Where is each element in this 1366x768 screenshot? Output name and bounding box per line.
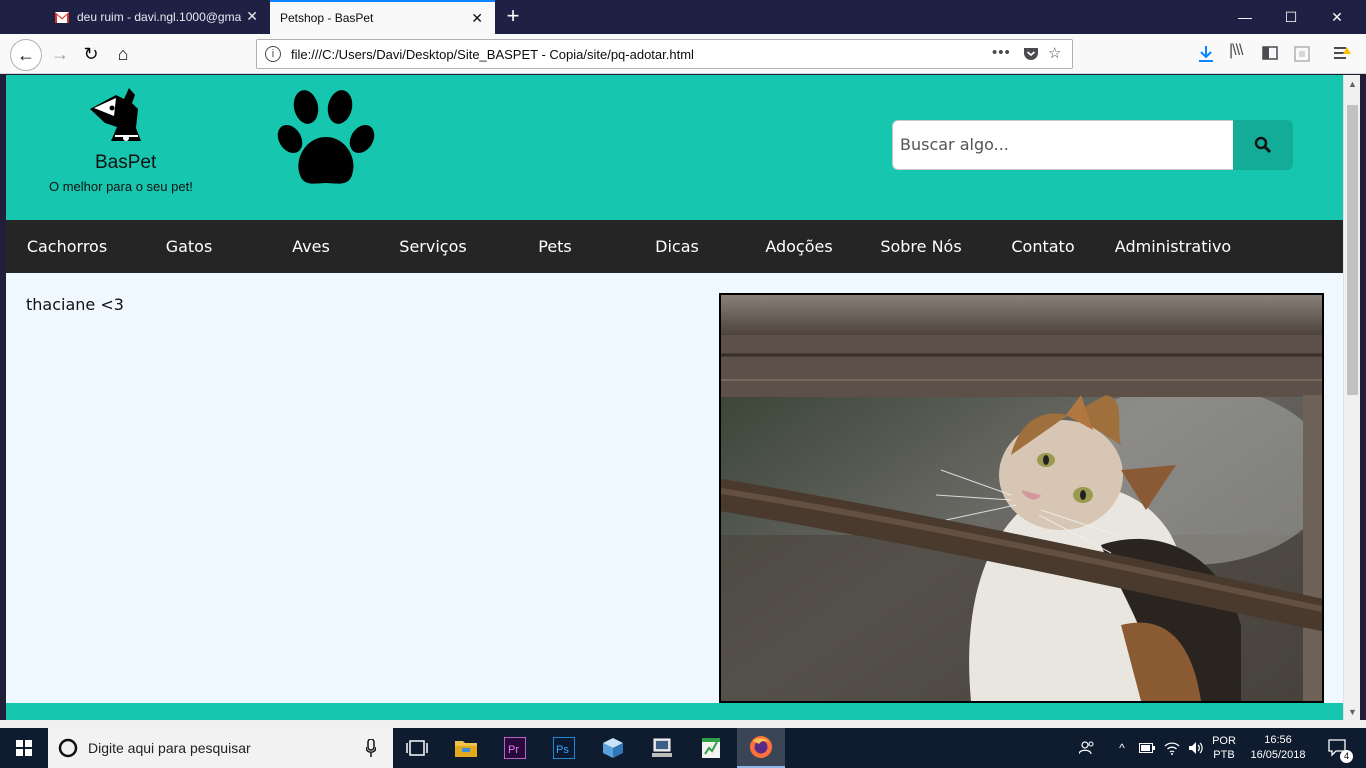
page-actions-icon[interactable]: •••	[992, 44, 1011, 61]
nav-item-aves[interactable]: Aves	[250, 220, 372, 273]
url-text: file:///C:/Users/Davi/Desktop/Site_BASPE…	[291, 47, 694, 62]
nav-item-adocoes[interactable]: Adoções	[738, 220, 860, 273]
search-icon	[1254, 136, 1272, 154]
bookmark-star-icon[interactable]: ☆	[1048, 44, 1061, 62]
battery-icon[interactable]	[1136, 728, 1158, 768]
page-viewport: BasPet O melhor para o seu pet! Buscar a…	[6, 75, 1343, 703]
language-indicator[interactable]: POR PTB	[1208, 728, 1240, 768]
nav-item-pets[interactable]: Pets	[494, 220, 616, 273]
spreadsheet-icon[interactable]	[687, 728, 735, 768]
taskbar: Digite aqui para pesquisar Pr Ps ^ POR P…	[0, 728, 1366, 768]
clock[interactable]: 16:56 16/05/2018	[1244, 728, 1312, 768]
volume-icon[interactable]	[1184, 728, 1208, 768]
nav-item-sobre-nos[interactable]: Sobre Nós	[860, 220, 982, 273]
extension-icon[interactable]	[1294, 46, 1310, 62]
paw-print-icon	[277, 90, 375, 184]
taskbar-search-text: Digite aqui para pesquisar	[88, 740, 251, 756]
home-button[interactable]: ⌂	[109, 40, 137, 68]
firefox-icon[interactable]	[737, 728, 785, 768]
tab-gmail[interactable]: deu ruim - davi.ngl.1000@gma ✕	[45, 0, 270, 34]
library-icon[interactable]: |\\\	[1229, 42, 1243, 60]
brand-name[interactable]: BasPet	[95, 152, 156, 174]
download-icon[interactable]	[1198, 45, 1214, 63]
nav-item-gatos[interactable]: Gatos	[128, 220, 250, 273]
search-input[interactable]: Buscar algo...	[892, 120, 1234, 170]
file-explorer-icon[interactable]	[442, 728, 490, 768]
start-button[interactable]	[0, 728, 48, 768]
scroll-down-icon[interactable]: ▼	[1348, 707, 1357, 717]
close-window-icon[interactable]: ✕	[1314, 0, 1360, 34]
notification-count: 4	[1340, 750, 1353, 763]
pocket-icon[interactable]	[1023, 47, 1039, 62]
new-tab-button[interactable]: +	[500, 4, 526, 30]
cat-photo	[719, 293, 1324, 703]
chevron-up-icon[interactable]: ^	[1112, 728, 1132, 768]
nav-item-dicas[interactable]: Dicas	[616, 220, 738, 273]
site-header: BasPet O melhor para o seu pet! Buscar a…	[6, 75, 1343, 220]
tab-title: Petshop - BasPet	[280, 11, 374, 25]
browser-titlebar: deu ruim - davi.ngl.1000@gma ✕ Petshop -…	[0, 0, 1366, 34]
photoshop-icon[interactable]: Ps	[540, 728, 588, 768]
gmail-icon	[55, 11, 69, 23]
page-scrollbar[interactable]: ▲ ▼	[1343, 75, 1360, 720]
taskbar-search[interactable]: Digite aqui para pesquisar	[48, 728, 393, 768]
keyboard-label: PTB	[1213, 749, 1235, 761]
navigation-toolbar: ← → ↻ ⌂ i file:///C:/Users/Davi/Desktop/…	[0, 34, 1366, 74]
svg-text:Pr: Pr	[508, 744, 519, 756]
close-tab-icon[interactable]: ✕	[246, 9, 258, 23]
minimize-icon[interactable]: —	[1222, 0, 1268, 34]
site-nav: Cachorros Gatos Aves Serviços Pets Dicas…	[6, 220, 1343, 273]
clock-time: 16:56	[1264, 734, 1292, 746]
content-text: thaciane <3	[26, 295, 124, 314]
search-button[interactable]	[1233, 120, 1293, 170]
reload-button[interactable]: ↻	[77, 40, 105, 68]
url-bar[interactable]: i file:///C:/Users/Davi/Desktop/Site_BAS…	[256, 39, 1073, 69]
info-icon[interactable]: i	[265, 46, 281, 62]
wifi-icon[interactable]	[1160, 728, 1184, 768]
tab-title: deu ruim - davi.ngl.1000@gma	[77, 10, 242, 24]
notifications-button[interactable]: 4	[1318, 728, 1358, 768]
premiere-icon[interactable]: Pr	[491, 728, 539, 768]
nav-item-contato[interactable]: Contato	[982, 220, 1104, 273]
clock-date: 16/05/2018	[1250, 749, 1306, 761]
forward-button[interactable]: →	[46, 40, 74, 68]
maximize-icon[interactable]: ☐	[1268, 0, 1314, 34]
back-button[interactable]: ←	[10, 39, 42, 71]
people-icon[interactable]	[1074, 728, 1100, 768]
nav-item-servicos[interactable]: Serviços	[372, 220, 494, 273]
scroll-thumb[interactable]	[1347, 105, 1358, 395]
scroll-up-icon[interactable]: ▲	[1348, 79, 1357, 89]
dog-logo-icon[interactable]	[88, 83, 148, 151]
microphone-icon[interactable]	[366, 739, 376, 757]
status-band	[0, 720, 1366, 728]
tab-petshop[interactable]: Petshop - BasPet ✕	[270, 0, 495, 34]
task-view-icon[interactable]	[393, 728, 441, 768]
cortana-icon	[58, 738, 78, 758]
nav-item-cachorros[interactable]: Cachorros	[6, 220, 128, 273]
close-tab-icon[interactable]: ✕	[471, 11, 483, 25]
cube-app-icon[interactable]	[589, 728, 637, 768]
sidebar-icon[interactable]	[1262, 46, 1278, 60]
computer-icon[interactable]	[638, 728, 686, 768]
windows-icon	[16, 740, 32, 756]
menu-icon[interactable]	[1333, 46, 1351, 62]
page-footer	[6, 703, 1343, 720]
nav-item-administrativo[interactable]: Administrativo	[1104, 220, 1242, 273]
brand-slogan: O melhor para o seu pet!	[49, 179, 193, 194]
svg-text:Ps: Ps	[556, 744, 569, 756]
language-label: POR	[1212, 735, 1236, 747]
